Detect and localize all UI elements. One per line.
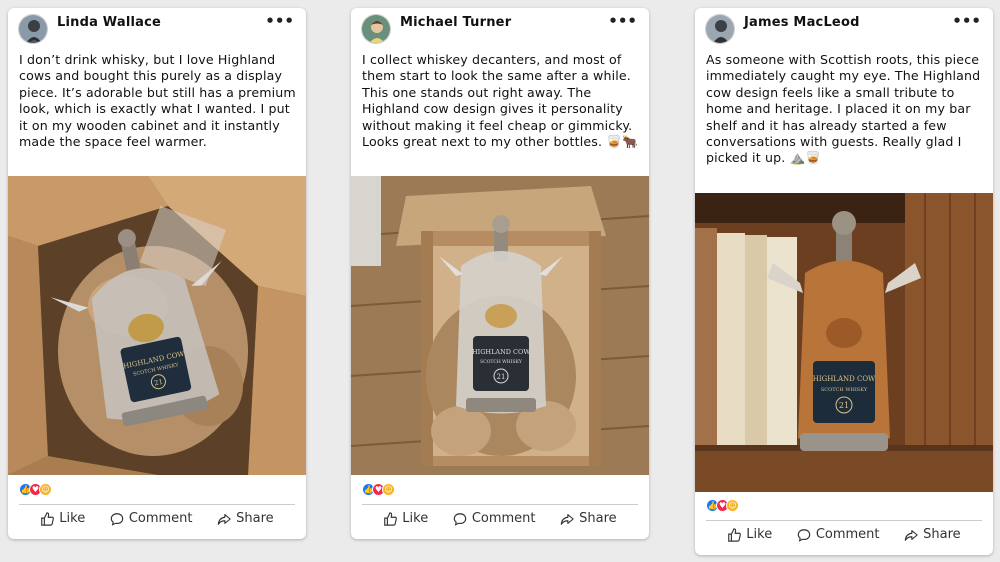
avatar[interactable] [705,14,735,44]
reactions-bar[interactable]: 👍 ♥ ☺ [706,499,739,512]
post-actions: Like Comment Share [351,511,649,526]
highland-cow-decanter-in-box-photo[interactable]: HIGHLAND COW SCOTCH WHISKY 21 [8,176,306,475]
label-age: 21 [497,373,506,381]
like-label: Like [59,511,86,526]
comment-label: Comment [471,511,536,526]
comment-label: Comment [128,511,193,526]
comment-label: Comment [815,527,880,542]
thumbs-up-icon [41,511,55,526]
avatar[interactable] [18,14,48,44]
care-reaction-icon: ☺ [382,483,395,496]
post-text: As someone with Scottish roots, this pie… [706,52,981,166]
comment-icon [453,512,467,526]
post-text: I collect whiskey decanters, and most of… [362,52,638,150]
reactions-bar[interactable]: 👍 ♥ ☺ [19,483,52,496]
comment-icon [110,512,124,526]
comment-button[interactable]: Comment [797,527,880,542]
post-actions: Like Comment Share [8,511,306,526]
share-icon [560,513,574,525]
care-reaction-icon: ☺ [726,499,739,512]
post-header: Linda Wallace ••• [8,8,306,44]
share-icon [904,529,918,541]
post-text: I don’t drink whisky, but I love Highlan… [19,52,296,150]
post-card: Linda Wallace ••• I don’t drink whisky, … [8,8,306,539]
highland-cow-decanter-on-shelf-photo[interactable]: HIGHLAND COW SCOTCH WHISKY 21 [695,193,993,492]
post-actions: Like Comment Share [695,527,993,542]
author-name[interactable]: Michael Turner [400,15,511,30]
like-button[interactable]: Like [383,511,428,526]
share-label: Share [236,511,274,526]
label-sub: SCOTCH WHISKY [480,359,523,365]
like-button[interactable]: Like [727,527,772,542]
reactions-bar[interactable]: 👍 ♥ ☺ [362,483,395,496]
divider [706,520,982,521]
avatar[interactable] [361,14,391,44]
author-name[interactable]: Linda Wallace [57,15,161,30]
like-label: Like [402,511,429,526]
post-header: James MacLeod ••• [695,8,993,44]
highland-cow-decanter-in-box-photo[interactable]: HIGHLAND COW SCOTCH WHISKY 21 [351,176,649,475]
post-header: Michael Turner ••• [351,8,649,44]
care-reaction-icon: ☺ [39,483,52,496]
label-sub: SCOTCH WHISKY [821,387,868,393]
more-options-icon[interactable]: ••• [265,12,294,30]
thumbs-up-icon [728,527,742,542]
like-label: Like [746,527,773,542]
share-button[interactable]: Share [904,527,961,542]
more-options-icon[interactable]: ••• [952,12,981,30]
author-name[interactable]: James MacLeod [744,15,860,30]
share-button[interactable]: Share [560,511,617,526]
share-icon [217,513,231,525]
thumbs-up-icon [384,511,398,526]
share-label: Share [923,527,961,542]
divider [19,504,295,505]
divider [362,504,638,505]
share-button[interactable]: Share [217,511,274,526]
like-button[interactable]: Like [40,511,85,526]
comment-icon [797,528,811,542]
label-brand: HIGHLAND COW [472,348,530,356]
label-age: 21 [839,401,849,410]
post-card: Michael Turner ••• I collect whiskey dec… [351,8,649,539]
post-card: James MacLeod ••• As someone with Scotti… [695,8,993,555]
more-options-icon[interactable]: ••• [608,12,637,30]
comment-button[interactable]: Comment [453,511,536,526]
share-label: Share [579,511,617,526]
comment-button[interactable]: Comment [110,511,193,526]
label-brand: HIGHLAND COW [813,375,876,383]
